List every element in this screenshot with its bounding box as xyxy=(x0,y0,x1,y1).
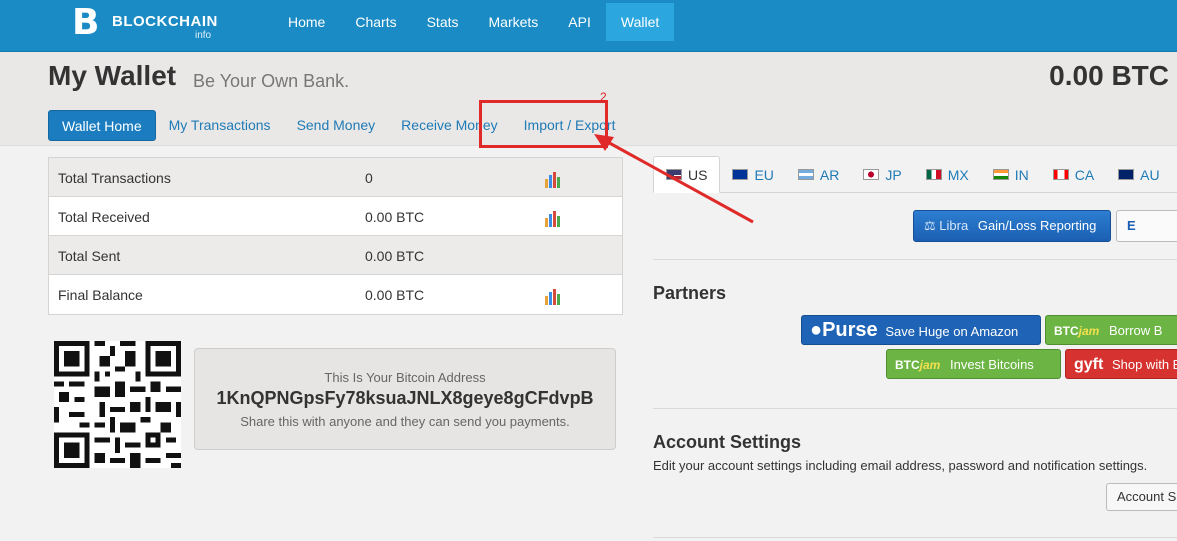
tab-label: AR xyxy=(819,166,840,183)
nav-stats[interactable]: Stats xyxy=(412,3,474,41)
tab-my-transactions[interactable]: My Transactions xyxy=(156,110,284,141)
wallet-header: My Wallet Be Your Own Bank. 0.00 BTC Wal… xyxy=(0,52,1177,148)
account-settings-title: Account Settings xyxy=(653,432,802,452)
tab-currency-au[interactable]: AU xyxy=(1106,156,1171,193)
annotation-number: 2 xyxy=(600,90,607,104)
bar-chart-icon[interactable] xyxy=(545,172,562,188)
nav-api[interactable]: API xyxy=(553,3,606,41)
main-nav: Home Charts Stats Markets API Wallet xyxy=(273,3,675,41)
annotation-highlight-box xyxy=(479,100,608,148)
annotation-arrow-icon xyxy=(594,134,754,224)
stat-value: 0.00 BTC xyxy=(365,248,425,264)
tab-label: AU xyxy=(1140,166,1160,183)
btcjam-borrow-button[interactable]: BTCjam Borrow B xyxy=(1045,315,1177,345)
stat-label: Final Balance xyxy=(58,287,143,303)
address-help-text: Share this with anyone and they can send… xyxy=(240,414,570,429)
ca-flag-icon xyxy=(1052,169,1069,180)
tab-label: CA xyxy=(1074,166,1095,183)
purse-logo: ●Purse xyxy=(810,319,878,341)
page-title: My Wallet xyxy=(48,60,177,91)
nav-charts[interactable]: Charts xyxy=(340,3,411,41)
top-navbar: B BLOCKCHAIN info Home Charts Stats Mark… xyxy=(0,0,1177,52)
stat-value: 0 xyxy=(365,170,373,186)
jp-flag-icon xyxy=(863,169,880,180)
tab-label: IN xyxy=(1014,166,1029,183)
libra-label: Gain/Loss Reporting xyxy=(977,218,1097,233)
page-subtitle: Be Your Own Bank. xyxy=(193,71,350,91)
tab-label: JP xyxy=(885,166,902,183)
btcjam-logo: BTCjam xyxy=(1054,324,1100,338)
libra-gain-loss-button[interactable]: ⚖ Libra Gain/Loss Reporting xyxy=(913,210,1111,242)
nav-markets[interactable]: Markets xyxy=(474,3,554,41)
stat-label: Total Received xyxy=(58,209,150,225)
wallet-balance: 0.00 BTC xyxy=(1049,60,1169,91)
gyft-label: Shop with B xyxy=(1111,357,1177,372)
address-title: This Is Your Bitcoin Address xyxy=(324,370,486,385)
stat-label: Total Transactions xyxy=(58,170,171,186)
account-settings-button[interactable]: Account S xyxy=(1106,483,1177,511)
purse-label: Save Huge on Amazon xyxy=(885,324,1019,339)
tab-send-money[interactable]: Send Money xyxy=(284,110,389,141)
gyft-partner-button[interactable]: gyft Shop with B xyxy=(1065,349,1177,379)
wallet-stats-table: Total Transactions 0 Total Received 0.00… xyxy=(48,157,623,315)
au-flag-icon xyxy=(1118,169,1135,180)
stat-value: 0.00 BTC xyxy=(365,209,425,225)
stat-row: Total Transactions 0 xyxy=(49,158,622,197)
logo-glyph: B xyxy=(72,2,100,43)
tab-currency-mx[interactable]: MX xyxy=(914,156,981,193)
in-flag-icon xyxy=(992,169,1009,180)
blockchain-logo[interactable]: B BLOCKCHAIN info xyxy=(72,4,222,44)
stat-label: Total Sent xyxy=(58,248,121,264)
logo-text: BLOCKCHAIN xyxy=(112,13,218,30)
partner-second-label: E xyxy=(1127,218,1136,233)
tab-currency-in[interactable]: IN xyxy=(981,156,1041,193)
partners-title: Partners xyxy=(653,283,727,303)
mx-flag-icon xyxy=(925,169,942,180)
account-settings-desc: Edit your account settings including ema… xyxy=(653,458,1148,473)
btcjam-borrow-label: Borrow B xyxy=(1108,323,1163,338)
tab-currency-ar[interactable]: AR xyxy=(786,156,851,193)
btcjam-invest-button[interactable]: BTCjam Invest Bitcoins xyxy=(886,349,1061,379)
tab-wallet-home[interactable]: Wallet Home xyxy=(48,110,156,141)
tab-label: MX xyxy=(947,166,969,183)
section-divider xyxy=(653,259,1177,260)
nav-wallet[interactable]: Wallet xyxy=(605,3,675,41)
ar-flag-icon xyxy=(797,169,814,180)
btcjam-invest-label: Invest Bitcoins xyxy=(949,357,1034,372)
purse-partner-button[interactable]: ●Purse Save Huge on Amazon xyxy=(801,315,1041,345)
tab-currency-jp[interactable]: JP xyxy=(851,156,913,193)
bitcoin-address[interactable]: 1KnQPNGpsFy78ksuaJNLX8geye8gCFdvpB xyxy=(195,388,615,409)
section-divider xyxy=(653,408,1177,409)
stat-row: Final Balance 0.00 BTC xyxy=(49,275,622,314)
stat-row: Total Received 0.00 BTC xyxy=(49,197,622,236)
btcjam-logo: BTCjam xyxy=(895,358,941,372)
bar-chart-icon[interactable] xyxy=(545,211,562,227)
partner-second-button[interactable]: E xyxy=(1116,210,1177,242)
qr-code-icon xyxy=(54,341,181,468)
libra-brand: ⚖ Libra xyxy=(924,218,969,233)
nav-home[interactable]: Home xyxy=(273,3,340,41)
gyft-logo: gyft xyxy=(1074,356,1104,373)
stat-value: 0.00 BTC xyxy=(365,287,425,303)
tab-currency-ca[interactable]: CA xyxy=(1041,156,1106,193)
logo-subtext: info xyxy=(195,30,212,41)
bar-chart-icon[interactable] xyxy=(545,289,562,305)
bitcoin-address-panel: This Is Your Bitcoin Address 1KnQPNGpsFy… xyxy=(194,348,616,450)
stat-row: Total Sent 0.00 BTC xyxy=(49,236,622,275)
section-divider xyxy=(653,537,1177,538)
